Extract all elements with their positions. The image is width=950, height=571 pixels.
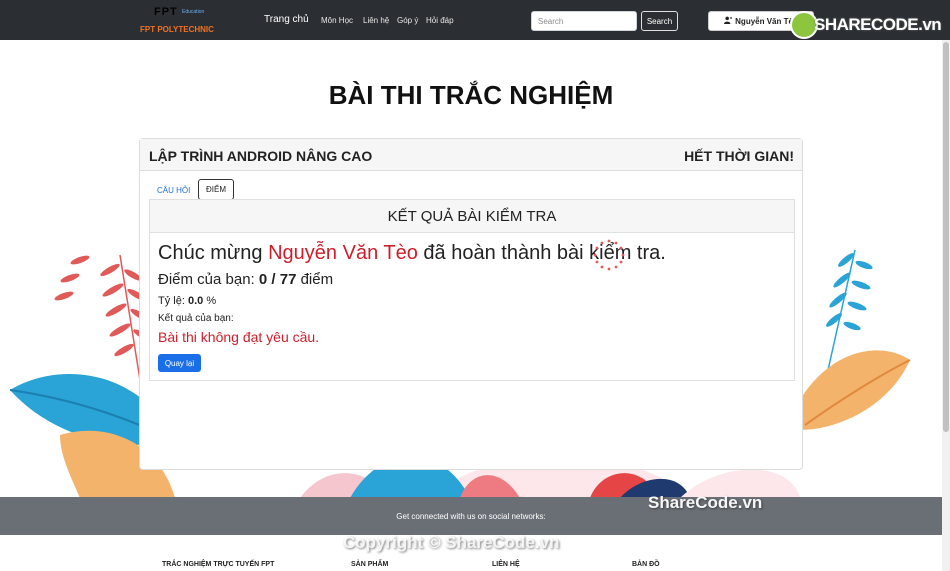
congrats-suffix: đã hoàn thành bài kiểm tra. [423,242,666,264]
user-name-label: Nguyễn Văn Tèo [735,16,798,26]
exam-card: LẬP TRÌNH ANDROID NÂNG CAO HẾT THỜI GIAN… [139,138,803,470]
result-panel: KẾT QUẢ BÀI KIỂM TRA Chúc mừng Nguyễn Vă… [149,199,795,381]
time-up-status: HẾT THỜI GIAN! [684,148,794,164]
copyright-watermark: Copyright © ShareCode.vn [343,533,560,552]
nav-home-link[interactable]: Trang chủ [264,14,309,25]
ratio-unit: % [206,295,217,307]
congrats-message: Chúc mừng Nguyễn Văn Tèo đã hoàn thành b… [158,242,666,265]
back-button[interactable]: Quay lại [158,354,201,372]
score-unit: điểm [300,271,334,288]
search-button[interactable]: Search [641,11,678,31]
congrats-prefix: Chúc mừng [158,242,263,264]
sharecode-watermark: ShareCode.vn [648,493,763,512]
tab-score[interactable]: ĐIỂM [198,179,234,200]
tab-questions[interactable]: CÂU HỎI [150,181,197,201]
sharecode-logo-text: SHARECODE.vn [814,15,942,34]
sharecode-logo: SHARECODE.vn [790,11,945,41]
nav-qa-link[interactable]: Hỏi đáp [426,16,454,25]
result-label: Kết quả của bạn: [158,313,234,324]
ratio-label: Tỷ lệ: [158,295,185,307]
page-title: BÀI THI TRẮC NGHIỆM [328,80,614,110]
logo-fpt-text: FPT [154,6,178,18]
loading-spinner-icon [593,239,625,271]
nav-contact-link[interactable]: Liên hệ [363,16,389,25]
footer-column-contact: LIÊN HỆ [492,561,520,568]
ratio-value: 0.0 [187,295,204,307]
exam-card-header: LẬP TRÌNH ANDROID NÂNG CAO HẾT THỜI GIAN… [140,139,802,171]
score-line: Điểm của bạn: 0 / 77 điểm [158,271,333,288]
fpt-polytechnic-logo[interactable]: FPT Education FPT POLYTECHNIC [140,6,222,36]
result-verdict: Bài thi không đạt yêu cầu. [158,329,320,345]
nav-subjects-link[interactable]: Môn Học [321,16,353,25]
score-label: Điểm của bạn: [158,271,255,288]
scrollbar-thumb[interactable] [943,42,949,432]
footer-column-products: SẢN PHẨM [351,561,389,568]
student-name: Nguyễn Văn Tèo [268,242,418,264]
footer-column-map: BẢN ĐỒ [632,561,660,568]
logo-education-text: Education [182,9,205,15]
footer-social-text: Get connected with us on social networks… [396,512,546,521]
ratio-line: Tỷ lệ: 0.0 % [158,295,216,307]
course-name: LẬP TRÌNH ANDROID NÂNG CAO [149,148,373,164]
score-value: 0 / 77 [258,271,297,288]
top-navbar: FPT Education FPT POLYTECHNIC Trang chủ … [0,0,950,40]
logo-polytechnic-text: FPT POLYTECHNIC [140,25,214,34]
result-heading: KẾT QUẢ BÀI KIỂM TRA [150,200,794,233]
footer-column-title: TRẮC NGHIỆM TRỰC TUYẾN FPT [162,561,275,568]
nav-feedback-link[interactable]: Góp ý [397,16,418,25]
user-icon [724,16,733,26]
search-input[interactable] [531,11,637,31]
